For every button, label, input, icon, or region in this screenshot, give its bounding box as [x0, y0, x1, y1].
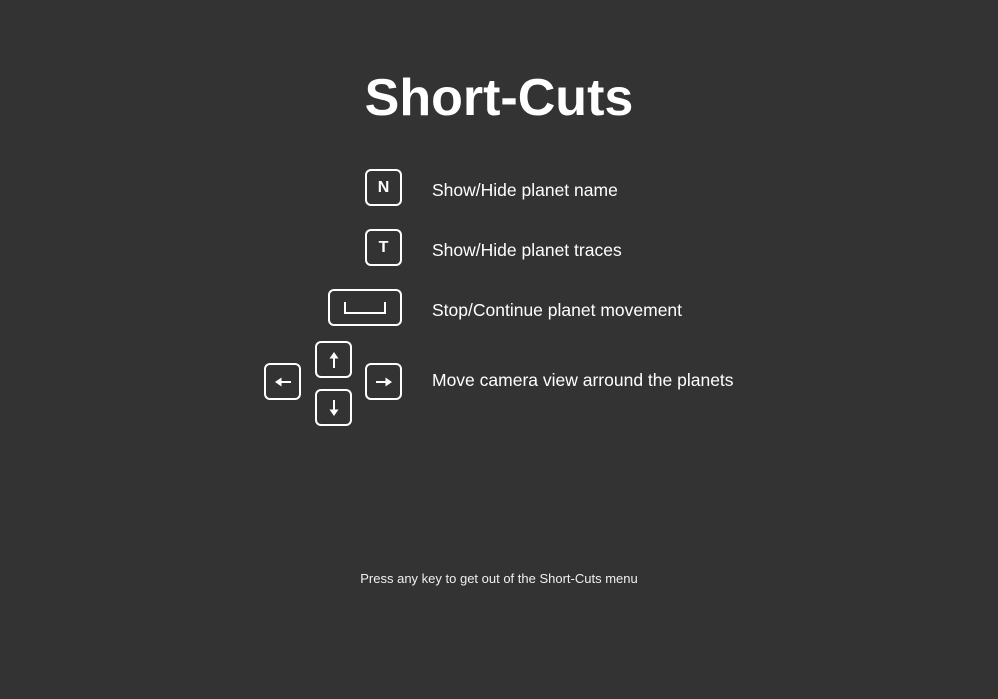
arrow-down-icon	[329, 399, 338, 416]
arrow-right-icon	[375, 377, 392, 386]
arrow-down-key-icon	[315, 389, 352, 426]
t-key-icon: T	[365, 229, 402, 266]
t-key-label: T	[378, 238, 389, 256]
arrow-right-key-icon	[365, 363, 402, 400]
exit-hint: Press any key to get out of the Short-Cu…	[360, 571, 638, 586]
shortcut-label-camera: Move camera view arround the planets	[432, 370, 734, 390]
space-key-icon	[328, 289, 402, 326]
shortcut-label-movement: Stop/Continue planet movement	[432, 300, 683, 320]
page-title: Short-Cuts	[364, 69, 634, 127]
n-key-icon: N	[365, 169, 402, 206]
arrow-up-key-icon	[315, 341, 352, 378]
n-key-label: N	[377, 178, 390, 196]
arrow-up-icon	[329, 351, 338, 368]
shortcut-label-name: Show/Hide planet name	[432, 180, 618, 200]
shortcut-label-traces: Show/Hide planet traces	[432, 240, 622, 260]
arrow-left-icon	[274, 377, 291, 386]
shortcuts-screen: Short-Cuts N Show/Hide planet name T Sho…	[0, 0, 998, 699]
space-bar-glyph-icon	[344, 301, 386, 314]
arrow-left-key-icon	[264, 363, 301, 400]
